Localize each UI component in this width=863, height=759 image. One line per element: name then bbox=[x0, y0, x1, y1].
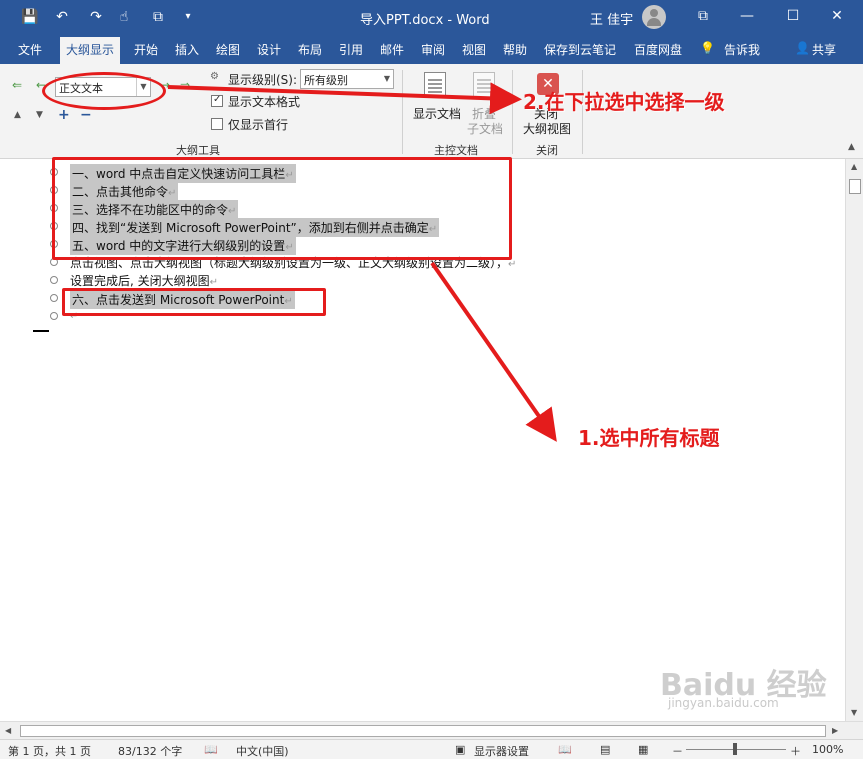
show-document-button[interactable]: 显示文档 bbox=[413, 105, 461, 122]
outline-bullet[interactable] bbox=[50, 312, 58, 320]
window-title: 导入PPT.docx - Word bbox=[360, 13, 490, 28]
tab-insert[interactable]: 插入 bbox=[175, 41, 199, 58]
show-level-label: 显示级别(S): bbox=[228, 73, 298, 87]
read-mode-icon[interactable]: 📖 bbox=[558, 743, 572, 756]
undo-icon[interactable]: ↶ bbox=[52, 7, 72, 27]
tab-layout[interactable]: 布局 bbox=[298, 41, 322, 58]
tab-review[interactable]: 审阅 bbox=[421, 41, 445, 58]
page-count[interactable]: 第 1 页，共 1 页 bbox=[8, 743, 91, 759]
web-layout-icon[interactable]: ▦ bbox=[638, 743, 648, 756]
display-settings-icon: ▣ bbox=[455, 743, 466, 756]
scroll-right-icon[interactable]: ▶ bbox=[832, 726, 838, 735]
lightbulb-icon: 💡 bbox=[700, 41, 715, 55]
chevron-down-icon[interactable]: ▼ bbox=[381, 70, 393, 88]
show-level-select[interactable]: 所有级别 ▼ bbox=[300, 69, 394, 89]
scroll-down-icon[interactable]: ▼ bbox=[851, 708, 857, 717]
collapse-subdocs-label-2: 子文档 bbox=[467, 122, 504, 136]
tab-mailings[interactable]: 邮件 bbox=[380, 41, 404, 58]
text-cursor bbox=[33, 330, 49, 332]
expand-icon[interactable]: + bbox=[58, 107, 70, 123]
outline-tools-group-label: 大纲工具 bbox=[176, 144, 220, 157]
zoom-out-button[interactable]: － bbox=[672, 743, 683, 759]
horizontal-scrollbar[interactable]: ◀ ▶ bbox=[0, 721, 863, 739]
show-level-icon: ⚙ bbox=[210, 71, 219, 82]
close-outline-label-2[interactable]: 大纲视图 bbox=[523, 120, 571, 137]
scroll-up-icon[interactable]: ▲ bbox=[851, 162, 857, 171]
group-divider bbox=[512, 70, 513, 154]
tab-view[interactable]: 视图 bbox=[462, 41, 486, 58]
master-document-group-label: 主控文档 bbox=[434, 144, 478, 157]
show-document-icon[interactable] bbox=[424, 72, 446, 98]
tab-home[interactable]: 开始 bbox=[134, 41, 158, 58]
vertical-scrollbar[interactable]: ▲ ▼ bbox=[845, 159, 863, 721]
annotation-step1: 1.选中所有标题 bbox=[578, 426, 720, 450]
customize-toolbar-icon[interactable]: ⧉ bbox=[148, 7, 168, 27]
annotation-oval bbox=[42, 72, 166, 110]
save-icon[interactable]: 💾 bbox=[20, 7, 40, 27]
annotation-step2: 2.在下拉选中选择一级 bbox=[523, 90, 725, 114]
customize-quick-access-icon[interactable]: ▾ bbox=[178, 7, 198, 27]
group-divider bbox=[402, 70, 403, 154]
language[interactable]: 中文(中国) bbox=[236, 743, 289, 759]
tab-baidu-netdisk[interactable]: 百度网盘 bbox=[634, 41, 682, 58]
collapse-ribbon-icon[interactable]: ▲ bbox=[848, 142, 855, 152]
show-text-format-checkbox[interactable] bbox=[211, 94, 223, 107]
demote-to-body-icon[interactable]: ⇒ bbox=[180, 78, 190, 92]
tab-outline[interactable]: 大纲显示 bbox=[60, 37, 121, 64]
outline-item-text[interactable]: 设置完成后, 关闭大纲视图↵ bbox=[70, 272, 218, 289]
minimize-button[interactable]: — bbox=[732, 5, 762, 27]
close-group-label: 关闭 bbox=[536, 144, 558, 157]
move-up-icon[interactable]: ▲ bbox=[14, 110, 21, 120]
touch-mode-icon[interactable]: ☝ bbox=[114, 7, 134, 27]
tab-share[interactable]: 共享 bbox=[812, 41, 836, 58]
outline-bullet[interactable] bbox=[50, 276, 58, 284]
show-first-line-label: 仅显示首行 bbox=[228, 118, 289, 132]
scroll-left-icon[interactable]: ◀ bbox=[5, 726, 11, 735]
proofing-icon[interactable]: 📖 bbox=[204, 743, 218, 756]
title-bar: 💾 ↶ ↷ ☝ ⧉ ▾ 导入PPT.docx - Word 王 佳宇 ⧉ — ☐… bbox=[0, 0, 863, 34]
ribbon-display-options-button[interactable]: ⧉ bbox=[688, 5, 718, 27]
display-settings[interactable]: 显示器设置 bbox=[474, 743, 529, 759]
zoom-slider-thumb[interactable] bbox=[733, 743, 737, 755]
outline-bullet[interactable] bbox=[50, 294, 58, 302]
move-down-icon[interactable]: ▼ bbox=[36, 110, 43, 120]
show-first-line-checkbox[interactable] bbox=[211, 118, 223, 130]
tab-file[interactable]: 文件 bbox=[18, 41, 42, 58]
redo-icon[interactable]: ↷ bbox=[86, 7, 106, 27]
avatar[interactable] bbox=[642, 5, 666, 29]
status-bar: 第 1 页，共 1 页 83/132 个字 📖 中文(中国) ▣ 显示器设置 📖… bbox=[0, 739, 863, 759]
baidu-watermark-url: jingyan.baidu.com bbox=[668, 696, 779, 710]
show-level-value: 所有级别 bbox=[304, 74, 348, 87]
share-icon: 👤 bbox=[795, 41, 810, 55]
close-button[interactable]: ✕ bbox=[822, 5, 852, 27]
horizontal-scroll-thumb[interactable] bbox=[20, 725, 826, 737]
zoom-in-button[interactable]: ＋ bbox=[790, 743, 801, 759]
collapse-subdocuments-icon bbox=[473, 72, 495, 98]
restore-button[interactable]: ☐ bbox=[778, 5, 808, 27]
word-count[interactable]: 83/132 个字 bbox=[118, 743, 182, 759]
ribbon-tabs: 文件 大纲显示 开始 插入 绘图 设计 布局 引用 邮件 审阅 视图 帮助 保存… bbox=[0, 34, 863, 64]
tab-design[interactable]: 设计 bbox=[257, 41, 281, 58]
zoom-level[interactable]: 100% bbox=[812, 743, 843, 756]
tab-help[interactable]: 帮助 bbox=[503, 41, 527, 58]
annotation-box-headings bbox=[52, 157, 512, 260]
promote-to-heading1-icon[interactable]: ⇐ bbox=[12, 78, 22, 92]
annotation-box-last-heading bbox=[62, 288, 326, 316]
vertical-scroll-thumb[interactable] bbox=[849, 179, 861, 194]
tab-draw[interactable]: 绘图 bbox=[216, 41, 240, 58]
show-text-format-label: 显示文本格式 bbox=[228, 95, 301, 109]
tab-cloud-notes[interactable]: 保存到云笔记 bbox=[544, 41, 616, 58]
print-layout-icon[interactable]: ▤ bbox=[600, 743, 610, 756]
tab-references[interactable]: 引用 bbox=[339, 41, 363, 58]
user-name[interactable]: 王 佳宇 bbox=[590, 9, 633, 28]
tab-tell-me[interactable]: 告诉我 bbox=[724, 41, 760, 58]
